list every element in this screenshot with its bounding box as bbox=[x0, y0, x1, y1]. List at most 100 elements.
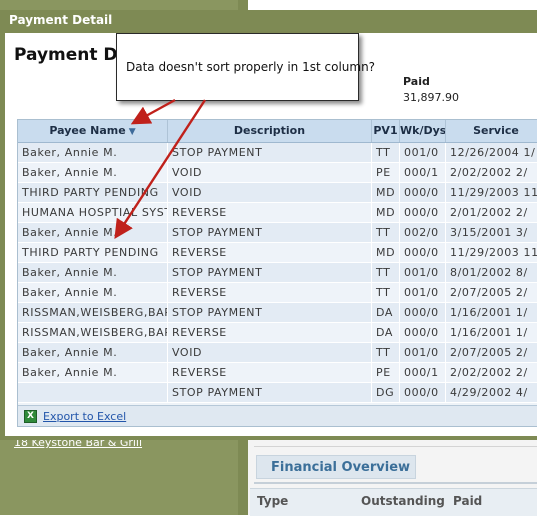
table-cell: 2/07/2005 2/ bbox=[446, 283, 537, 303]
column-header-label: Payee Name bbox=[49, 124, 126, 137]
table-cell: VOID bbox=[168, 343, 372, 363]
table-cell: STOP PAYMENT bbox=[168, 303, 372, 323]
table-cell: TT bbox=[372, 223, 400, 243]
table-cell: 000/0 bbox=[400, 243, 446, 263]
table-row[interactable]: STOP PAYMENT DG 000/0 4/29/2002 4/ bbox=[18, 383, 537, 403]
column-header-payee-name[interactable]: Payee Name ▼ bbox=[18, 120, 168, 142]
table-cell: 11/29/2003 11 bbox=[446, 243, 537, 263]
table-cell: 001/0 bbox=[400, 143, 446, 163]
table-row[interactable]: Baker, Annie M. STOP PAYMENT TT 002/0 3/15/2… bbox=[18, 223, 537, 243]
annotation-callout: Data doesn't sort properly in 1st column… bbox=[116, 33, 375, 101]
table-row[interactable]: Baker, Annie M. REVERSE PE 000/1 2/02/2002 2… bbox=[18, 363, 537, 383]
financial-table-header: Type Outstanding Paid bbox=[250, 488, 537, 516]
table-row[interactable]: Baker, Annie M. VOID TT 001/0 2/07/2005 2/ bbox=[18, 343, 537, 363]
table-cell: DA bbox=[372, 323, 400, 343]
column-header-description[interactable]: Description bbox=[168, 120, 372, 142]
table-cell: 12/26/2004 1/ bbox=[446, 143, 537, 163]
table-cell: TT bbox=[372, 283, 400, 303]
column-header-paid[interactable]: Paid bbox=[453, 494, 482, 508]
column-header-type[interactable]: Type bbox=[257, 494, 288, 508]
table-cell: 000/1 bbox=[400, 363, 446, 383]
window-title[interactable]: Payment Detail bbox=[0, 10, 537, 30]
table-cell: PE bbox=[372, 363, 400, 383]
table-cell: STOP PAYMENT bbox=[168, 143, 372, 163]
table-cell: Baker, Annie M. bbox=[18, 263, 168, 283]
table-cell: THIRD PARTY PENDING bbox=[18, 183, 168, 203]
table-cell bbox=[18, 383, 168, 403]
table-cell: 2/02/2002 2/ bbox=[446, 363, 537, 383]
column-header-wk-dys[interactable]: Wk/Dys bbox=[400, 120, 446, 142]
column-header-outstanding[interactable]: Outstanding bbox=[361, 494, 445, 508]
table-row[interactable]: THIRD PARTY PENDING REVERSE MD 000/0 11/29/2… bbox=[18, 243, 537, 263]
table-cell: STOP PAYMENT bbox=[168, 383, 372, 403]
table-cell: 2/02/2002 2/ bbox=[446, 163, 537, 183]
table-row[interactable]: RISSMAN,WEISBERG,BARRETTSTOP PAYMENTDA00… bbox=[18, 303, 537, 323]
column-header-pv1[interactable]: PV1 bbox=[372, 120, 400, 142]
table-cell: 2/01/2002 2/ bbox=[446, 203, 537, 223]
table-row[interactable]: Baker, Annie M. VOID PE 000/1 2/02/2002 2/ bbox=[18, 163, 537, 183]
table-cell: MD bbox=[372, 183, 400, 203]
table-cell: 000/1 bbox=[400, 163, 446, 183]
column-header-service[interactable]: Service bbox=[446, 120, 537, 142]
table-row[interactable]: THIRD PARTY PENDING VOID MD 000/0 11/29/2003… bbox=[18, 183, 537, 203]
table-cell: REVERSE bbox=[168, 363, 372, 383]
table-cell: 11/29/2003 11 bbox=[446, 183, 537, 203]
export-to-excel-link[interactable]: Export to Excel bbox=[43, 410, 126, 423]
tab-financial-overview[interactable]: Financial Overview bbox=[256, 455, 416, 479]
table-cell: REVERSE bbox=[168, 283, 372, 303]
table-cell: Baker, Annie M. bbox=[18, 223, 168, 243]
table-row[interactable]: Baker, Annie M. STOP PAYMENT TT 001/0 12/26/… bbox=[18, 143, 537, 163]
table-cell: 001/0 bbox=[400, 283, 446, 303]
table-cell: 8/01/2002 8/ bbox=[446, 263, 537, 283]
table-cell: RISSMAN,WEISBERG,BARRETT bbox=[18, 323, 168, 343]
paid-label: Paid bbox=[403, 75, 430, 88]
table-cell: HUMANA HOSPTIAL SYSTEM bbox=[18, 203, 168, 223]
table-cell: Baker, Annie M. bbox=[18, 163, 168, 183]
table-cell: Baker, Annie M. bbox=[18, 143, 168, 163]
table-cell: 001/0 bbox=[400, 343, 446, 363]
table-cell: Baker, Annie M. bbox=[18, 363, 168, 383]
grid-footer: X Export to Excel bbox=[18, 405, 537, 426]
table-cell: TT bbox=[372, 143, 400, 163]
table-cell: VOID bbox=[168, 183, 372, 203]
table-cell: 4/29/2002 4/ bbox=[446, 383, 537, 403]
table-cell: 2/07/2005 2/ bbox=[446, 343, 537, 363]
table-row[interactable]: Baker, Annie M. REVERSE TT 001/0 2/07/2005 2… bbox=[18, 283, 537, 303]
table-cell: TT bbox=[372, 343, 400, 363]
table-cell: Baker, Annie M. bbox=[18, 343, 168, 363]
table-cell: MD bbox=[372, 243, 400, 263]
table-cell: 002/0 bbox=[400, 223, 446, 243]
excel-icon[interactable]: X bbox=[24, 410, 37, 423]
table-cell: 000/0 bbox=[400, 203, 446, 223]
table-cell: 001/0 bbox=[400, 263, 446, 283]
table-cell: REVERSE bbox=[168, 203, 372, 223]
table-cell: 1/16/2001 1/ bbox=[446, 323, 537, 343]
table-cell: RISSMAN,WEISBERG,BARRETT bbox=[18, 303, 168, 323]
table-cell: DA bbox=[372, 303, 400, 323]
table-row[interactable]: Baker, Annie M. STOP PAYMENT TT 001/0 8/01/2… bbox=[18, 263, 537, 283]
table-cell: REVERSE bbox=[168, 243, 372, 263]
sort-descending-icon[interactable]: ▼ bbox=[129, 127, 136, 137]
table-row[interactable]: RISSMAN,WEISBERG,BARRETTREVERSEDA000/01/… bbox=[18, 323, 537, 343]
grid-header: Payee Name ▼ Description PV1 Wk/Dys Servi… bbox=[18, 120, 537, 143]
table-cell: MD bbox=[372, 203, 400, 223]
table-cell: 1/16/2001 1/ bbox=[446, 303, 537, 323]
table-cell: Baker, Annie M. bbox=[18, 283, 168, 303]
payment-grid: Payee Name ▼ Description PV1 Wk/Dys Servi… bbox=[17, 119, 537, 427]
table-cell: STOP PAYMENT bbox=[168, 263, 372, 283]
divider bbox=[254, 482, 537, 484]
paid-total-value: 31,897.90 bbox=[403, 91, 459, 104]
divider bbox=[254, 446, 537, 447]
table-cell: STOP PAYMENT bbox=[168, 223, 372, 243]
table-cell: THIRD PARTY PENDING bbox=[18, 243, 168, 263]
table-cell: 000/0 bbox=[400, 183, 446, 203]
table-row[interactable]: HUMANA HOSPTIAL SYSTEMREVERSEMD000/02/01… bbox=[18, 203, 537, 223]
table-cell: DG bbox=[372, 383, 400, 403]
table-cell: TT bbox=[372, 263, 400, 283]
table-cell: PE bbox=[372, 163, 400, 183]
table-cell: 000/0 bbox=[400, 323, 446, 343]
table-cell: REVERSE bbox=[168, 323, 372, 343]
table-cell: 000/0 bbox=[400, 383, 446, 403]
table-cell: 000/0 bbox=[400, 303, 446, 323]
table-cell: VOID bbox=[168, 163, 372, 183]
